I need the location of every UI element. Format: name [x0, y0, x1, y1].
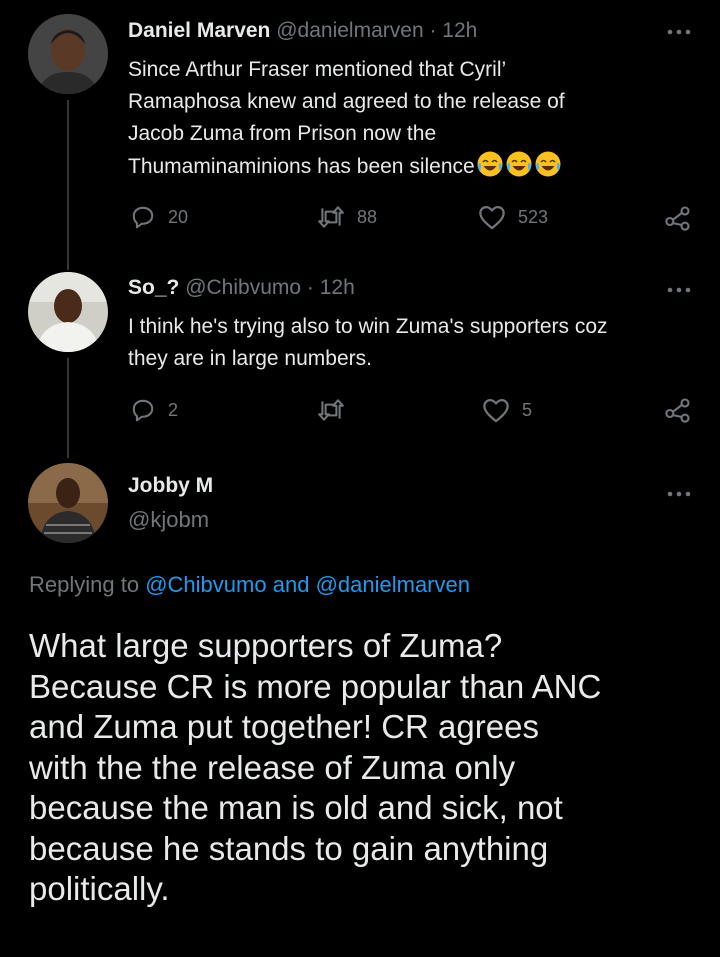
replying-and[interactable]: and	[273, 572, 310, 597]
retweet-icon	[318, 399, 344, 421]
tweet-text-line: What large supporters of Zuma?	[29, 627, 503, 664]
mention-link[interactable]: @Chibvumo	[145, 572, 266, 597]
author-name[interactable]: Daniel Marven	[128, 19, 270, 42]
heart-icon	[479, 205, 505, 230]
tweet-text-line: politically.	[29, 870, 170, 907]
tweet-header: So_? @Chibvumo · 12h	[128, 276, 355, 300]
retweet-button[interactable]	[317, 397, 357, 423]
like-button[interactable]: 523	[478, 204, 548, 230]
reply-button[interactable]: 2	[130, 397, 178, 423]
share-icon	[665, 206, 690, 231]
tweet-text-line: Jacob Zuma from Prison now the	[128, 122, 437, 145]
tweet-text-line: with the the release of Zuma only	[29, 748, 516, 786]
more-options-icon[interactable]	[667, 20, 691, 41]
face-with-tears-of-joy-icon	[505, 150, 533, 178]
tweet-text-line: Ramaphosa knew and agreed to the release…	[128, 90, 565, 113]
thread-connector	[67, 358, 69, 458]
reply-count: 20	[168, 206, 189, 227]
share-icon	[665, 398, 690, 423]
retweet-icon	[318, 206, 344, 228]
tweet-text-line: I think he's trying also to win Zuma's s…	[128, 315, 608, 338]
replying-to: Replying to @Chibvumo and @danielmarven	[29, 572, 470, 598]
more-options-icon[interactable]	[667, 482, 691, 503]
reply-count: 2	[168, 399, 179, 420]
mention-link[interactable]: @danielmarven	[316, 572, 470, 597]
tweet-text: I think he's trying also to win Zuma's s…	[128, 311, 708, 375]
tweet-text-line: Thumaminaminions has been silence	[128, 150, 708, 183]
author-handle[interactable]: @kjobm	[128, 507, 209, 533]
tweet-text-line: they are in large numbers.	[128, 347, 372, 370]
author-handle[interactable]: @danielmarven	[276, 19, 423, 42]
timestamp[interactable]: · 12h	[307, 276, 355, 299]
like-count: 523	[518, 206, 549, 227]
like-count: 5	[522, 399, 533, 420]
reply-icon	[132, 206, 154, 229]
main-tweet-text: What large supporters of Zuma? Because C…	[29, 626, 699, 910]
retweet-button[interactable]: 88	[317, 204, 377, 230]
like-button[interactable]: 5	[482, 397, 532, 423]
avatar[interactable]	[28, 272, 108, 352]
avatar[interactable]	[28, 463, 108, 543]
author-name[interactable]: Jobby M	[128, 474, 213, 498]
share-button[interactable]	[664, 204, 692, 232]
author-name[interactable]: So_?	[128, 276, 179, 299]
replying-to-label: Replying to	[29, 572, 140, 597]
face-with-tears-of-joy-icon	[476, 150, 504, 178]
reply-icon	[132, 399, 154, 422]
heart-icon	[483, 398, 509, 423]
tweet-text-line: Since Arthur Fraser mentioned that Cyril…	[128, 58, 507, 81]
tweet-text-line: and Zuma put together! CR agrees	[29, 708, 539, 745]
reply-button[interactable]: 20	[130, 204, 188, 230]
timestamp[interactable]: · 12h	[429, 19, 477, 42]
share-button[interactable]	[664, 396, 692, 424]
tweet-text: Since Arthur Fraser mentioned that Cyril…	[128, 54, 708, 183]
author-handle[interactable]: @Chibvumo	[185, 276, 301, 299]
retweet-count: 88	[357, 206, 378, 227]
thread-connector	[67, 100, 69, 270]
tweet-text-line: Because CR is more popular than ANC	[29, 667, 602, 705]
more-options-icon[interactable]	[667, 278, 691, 299]
avatar[interactable]	[28, 14, 108, 94]
tweet-text-line: because he stands to gain anything	[29, 829, 549, 867]
tweet-header: Daniel Marven @danielmarven · 12h	[128, 19, 477, 43]
tweet-text-line: because the man is old and sick, not	[29, 789, 563, 826]
face-with-tears-of-joy-icon	[534, 150, 562, 178]
